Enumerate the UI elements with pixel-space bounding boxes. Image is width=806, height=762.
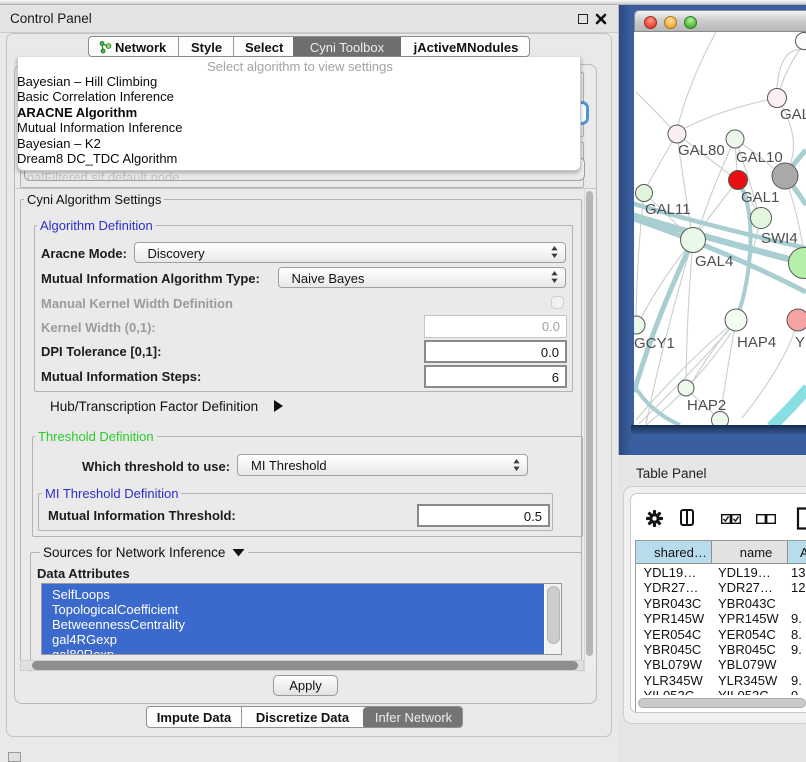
svg-text:GAL10: GAL10 <box>736 149 783 166</box>
svg-text:GAL80: GAL80 <box>678 142 725 159</box>
svg-text:HAP2: HAP2 <box>687 397 726 414</box>
svg-text:GAL11: GAL11 <box>645 201 691 218</box>
svg-text:GAL8: GAL8 <box>780 106 806 123</box>
svg-text:GAL1: GAL1 <box>741 189 779 206</box>
svg-text:HAP4: HAP4 <box>737 334 776 351</box>
svg-text:GAL4: GAL4 <box>695 253 733 270</box>
svg-text:GCY1: GCY1 <box>634 335 675 352</box>
svg-text:SWI4: SWI4 <box>761 230 798 247</box>
svg-text:YM: YM <box>795 334 806 351</box>
